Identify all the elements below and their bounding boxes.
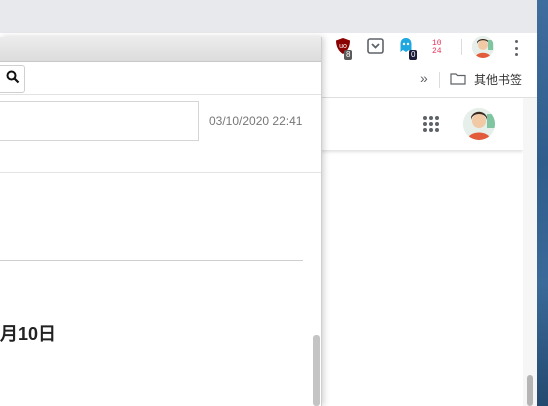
page-scrollbar-track[interactable] bbox=[523, 98, 537, 406]
bookmarks-separator bbox=[439, 72, 440, 88]
text-input-field[interactable] bbox=[0, 101, 199, 141]
ghostery-extension-icon[interactable]: 0 bbox=[399, 37, 421, 60]
account-avatar[interactable] bbox=[463, 108, 495, 140]
row-separator bbox=[0, 172, 321, 173]
ublock-badge: 8 bbox=[344, 50, 353, 60]
number-grid-icon: 10 24 bbox=[432, 39, 442, 56]
search-row bbox=[0, 62, 321, 95]
timestamp-label: 03/10/2020 22:41 bbox=[209, 114, 303, 128]
svg-text:uo: uo bbox=[339, 43, 347, 50]
date-heading: 月10日 bbox=[0, 324, 57, 344]
bookmarks-overflow-chevron[interactable]: » bbox=[420, 70, 428, 86]
browser-menu-icon[interactable] bbox=[513, 40, 519, 56]
page-scrollbar-thumb[interactable] bbox=[527, 375, 533, 406]
ext-1024-icon[interactable]: 10 24 bbox=[431, 38, 449, 56]
svg-text:24: 24 bbox=[432, 47, 442, 54]
overlay-window: 03/10/2020 22:41 月10日 bbox=[0, 37, 322, 406]
other-bookmarks-label[interactable]: 其他书签 bbox=[474, 71, 522, 88]
pocket-icon bbox=[367, 38, 384, 54]
browser-tab-strip bbox=[0, 0, 537, 33]
apps-grid-icon[interactable] bbox=[423, 116, 439, 132]
toolbar-separator bbox=[461, 39, 462, 55]
profile-avatar-button[interactable] bbox=[472, 36, 494, 58]
ghostery-badge: 0 bbox=[409, 50, 418, 60]
window-scrollbar-thumb[interactable] bbox=[313, 335, 320, 406]
ublock-extension-icon[interactable]: uo 8 bbox=[335, 37, 355, 60]
section-divider bbox=[0, 260, 303, 261]
pocket-extension-icon[interactable] bbox=[367, 38, 385, 56]
avatar-icon bbox=[463, 108, 495, 140]
window-title-bar[interactable] bbox=[0, 37, 321, 62]
folder-icon bbox=[450, 73, 466, 85]
avatar-icon bbox=[472, 36, 494, 58]
search-icon[interactable] bbox=[6, 70, 20, 84]
desktop-background bbox=[537, 0, 548, 406]
